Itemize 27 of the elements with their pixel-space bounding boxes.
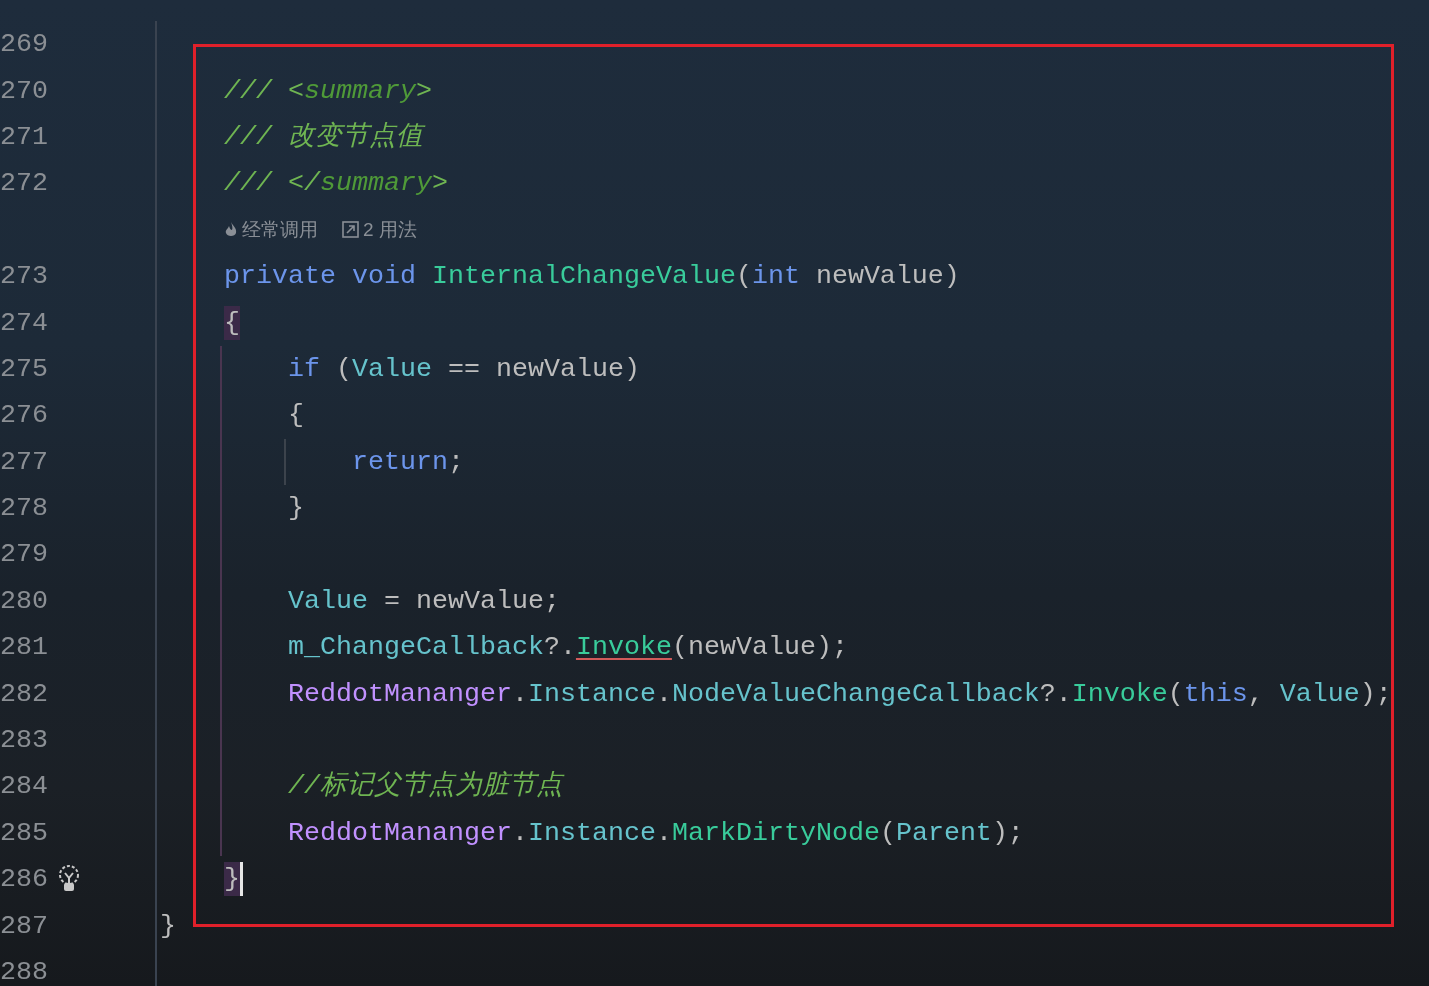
code-line: /// <summary> xyxy=(224,74,432,108)
code-line: Value = newValue; xyxy=(288,584,560,618)
code-line: ReddotMananger.Instance.MarkDirtyNode(Parent); xyxy=(288,816,1024,850)
usage-hint[interactable]: 经常调用 xyxy=(242,215,318,244)
code-line: m_ChangeCallback?.Invoke(newValue); xyxy=(288,631,848,665)
code-line: if (Value == newValue) xyxy=(288,352,640,386)
code-line: } xyxy=(160,909,176,943)
code-line: private void InternalChangeValue(int newValue) xyxy=(224,260,960,294)
flame-icon xyxy=(224,220,238,239)
line-number: 269 xyxy=(0,28,44,62)
line-number: 287 xyxy=(0,909,44,943)
usages-link[interactable]: 2 用法 xyxy=(363,215,417,244)
lightbulb-icon[interactable] xyxy=(58,865,80,894)
external-link-icon xyxy=(342,221,359,239)
line-number: 277 xyxy=(0,445,44,479)
line-number: 278 xyxy=(0,492,44,526)
code-line: //标记父节点为脏节点 xyxy=(288,770,563,804)
line-number: 272 xyxy=(0,167,44,201)
code-line: return; xyxy=(352,445,464,479)
code-line: /// </summary> xyxy=(224,167,448,201)
line-number: 279 xyxy=(0,538,44,572)
line-number: 288 xyxy=(0,956,44,986)
code-line: ReddotMananger.Instance.NodeValueChangeCallback?.Invoke(this, Value); xyxy=(288,677,1392,711)
line-number: 282 xyxy=(0,677,44,711)
text-cursor xyxy=(240,862,243,897)
code-line: { xyxy=(288,399,304,433)
code-line: } xyxy=(288,492,304,526)
